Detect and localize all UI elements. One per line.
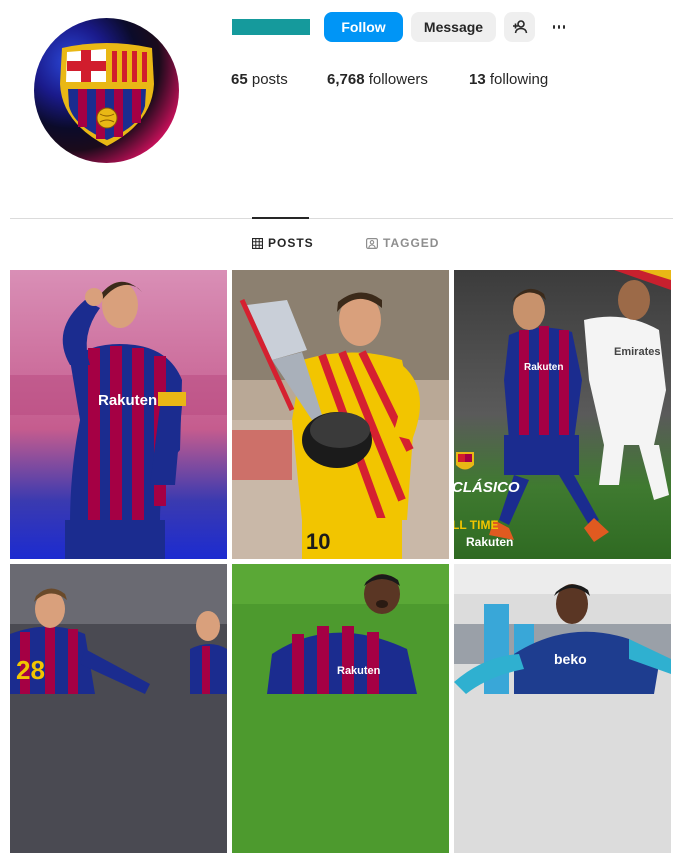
post-number: 28 xyxy=(16,655,45,685)
tab-tagged-label: TAGGED xyxy=(383,236,440,250)
post-image: beko xyxy=(454,564,671,853)
followers-label: followers xyxy=(368,71,428,88)
more-options-icon-dot xyxy=(563,25,566,29)
post-sponsor: Rakuten xyxy=(98,392,157,409)
post-thumbnail[interactable]: beko xyxy=(454,564,671,853)
post-caption-time: LL TIME xyxy=(454,518,498,532)
followers-count: 6,768 xyxy=(327,71,365,88)
active-tab-indicator xyxy=(252,217,309,219)
post-thumbnail[interactable]: Emirates Rakuten CLÁSICO LL TIME Rakuten xyxy=(454,270,671,559)
message-button[interactable]: Message xyxy=(411,12,496,42)
post-sponsor: beko xyxy=(554,651,587,667)
tab-posts[interactable]: POSTS xyxy=(252,236,314,250)
post-image: Rakuten xyxy=(232,564,449,853)
posts-grid: Rakuten 10 Emirates Rakuten CLÁSICO LL T… xyxy=(10,270,671,853)
tabs-divider xyxy=(10,218,673,219)
tab-tagged[interactable]: TAGGED xyxy=(366,236,439,250)
post-thumbnail[interactable]: Rakuten xyxy=(232,564,449,853)
follow-button[interactable]: Follow xyxy=(324,12,403,42)
post-thumbnail[interactable]: Rakuten xyxy=(10,270,227,559)
username-redacted xyxy=(232,19,310,35)
more-options-icon xyxy=(552,25,555,29)
following-label: following xyxy=(489,71,549,88)
posts-count: 65 xyxy=(231,71,248,88)
add-person-icon xyxy=(512,20,527,34)
post-opponent-sponsor: Emirates xyxy=(614,346,660,358)
post-sponsor-shirt: Rakuten xyxy=(524,362,563,373)
posts-label: posts xyxy=(251,71,288,88)
more-options-button[interactable] xyxy=(545,12,573,42)
tab-posts-label: POSTS xyxy=(268,236,314,250)
grid-icon xyxy=(252,237,263,249)
post-thumbnail[interactable]: 28 xyxy=(10,564,227,853)
tagged-icon xyxy=(366,237,378,249)
following-stat[interactable]: 13 following xyxy=(469,71,548,88)
post-image: Emirates Rakuten CLÁSICO LL TIME Rakuten xyxy=(454,270,671,559)
posts-stat: 65 posts xyxy=(231,71,288,88)
followers-stat[interactable]: 6,768 followers xyxy=(327,71,428,88)
post-image: 10 xyxy=(232,270,449,559)
post-image: Rakuten xyxy=(10,270,227,559)
profile-avatar[interactable] xyxy=(34,18,179,163)
more-options-icon-dot xyxy=(557,25,561,29)
post-image: 28 xyxy=(10,564,227,853)
following-count: 13 xyxy=(469,71,486,88)
post-thumbnail[interactable]: 10 xyxy=(232,270,449,559)
fc-barcelona-crest-icon xyxy=(60,43,154,146)
post-caption-sponsor: Rakuten xyxy=(466,535,513,549)
post-caption-clasico: CLÁSICO xyxy=(454,479,520,496)
suggested-accounts-button[interactable] xyxy=(504,12,535,42)
post-number: 10 xyxy=(306,529,330,554)
post-sponsor: Rakuten xyxy=(337,665,381,677)
